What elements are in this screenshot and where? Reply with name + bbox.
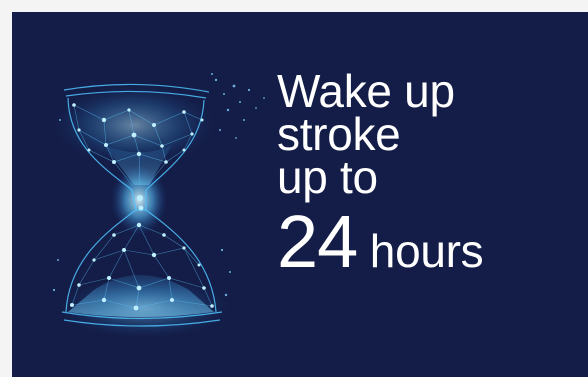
hours-unit: hours <box>357 225 484 277</box>
hours-number: 24 <box>277 200 358 283</box>
headline-line-1: Wake up <box>277 65 455 117</box>
headline-line-3: up to <box>277 151 378 203</box>
headline-line-4: 24 hours <box>277 205 484 298</box>
headline: Wake up stroke up to 24 hours <box>277 65 484 298</box>
promo-card: Wake up stroke up to 24 hours <box>12 12 588 377</box>
headline-line-2: stroke <box>277 108 401 160</box>
hourglass-icon <box>52 73 265 338</box>
